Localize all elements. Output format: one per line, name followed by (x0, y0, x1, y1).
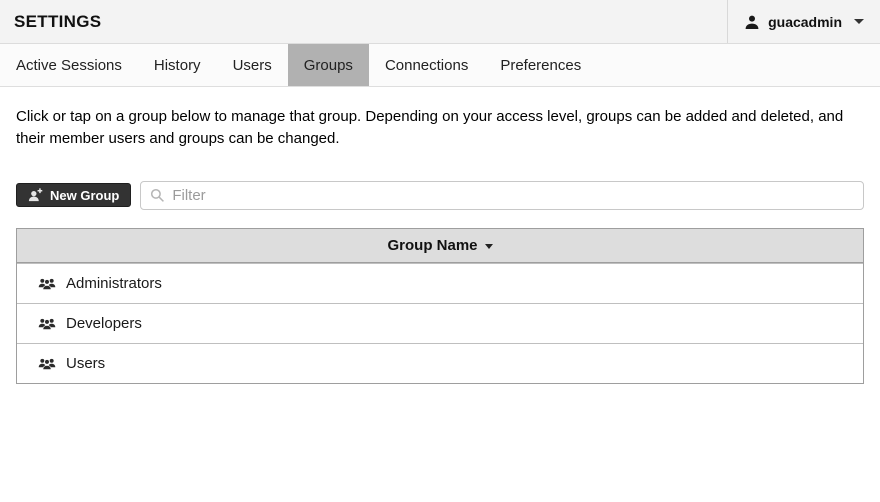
group-name: Developers (66, 315, 142, 332)
new-group-button-label: New Group (50, 188, 119, 203)
group-row-developers[interactable]: Developers (17, 303, 863, 343)
tab-users[interactable]: Users (217, 44, 288, 86)
group-name: Administrators (66, 275, 162, 292)
user-menu[interactable]: guacadmin (727, 0, 880, 43)
group-name-column-header[interactable]: Group Name (17, 229, 863, 263)
page-description: Click or tap on a group below to manage … (16, 106, 864, 150)
group-row-administrators[interactable]: Administrators (17, 263, 863, 303)
user-name: guacadmin (768, 14, 842, 30)
tab-history[interactable]: History (138, 44, 217, 86)
add-group-icon (28, 188, 43, 202)
tab-active-sessions[interactable]: Active Sessions (0, 44, 138, 86)
chevron-down-icon (854, 19, 864, 24)
search-icon (150, 188, 165, 203)
tab-groups[interactable]: Groups (288, 44, 369, 86)
group-icon (38, 317, 56, 330)
app-header: SETTINGS guacadmin (0, 0, 880, 44)
user-icon (744, 14, 760, 30)
toolbar: New Group (16, 181, 864, 210)
group-icon (38, 277, 56, 290)
group-row-users[interactable]: Users (17, 343, 863, 383)
group-name: Users (66, 355, 105, 372)
tab-preferences[interactable]: Preferences (484, 44, 597, 86)
filter-box (140, 181, 864, 210)
group-icon (38, 357, 56, 370)
settings-tab-bar: Active Sessions History Users Groups Con… (0, 44, 880, 87)
group-table: Group Name Administrators (16, 228, 864, 384)
group-name-header-label: Group Name (387, 237, 477, 254)
page-title: SETTINGS (0, 12, 101, 32)
new-group-button[interactable]: New Group (16, 183, 131, 207)
main-content: Click or tap on a group below to manage … (0, 106, 880, 384)
tab-connections[interactable]: Connections (369, 44, 484, 86)
filter-input[interactable] (172, 187, 854, 204)
sort-descending-icon (485, 244, 493, 249)
